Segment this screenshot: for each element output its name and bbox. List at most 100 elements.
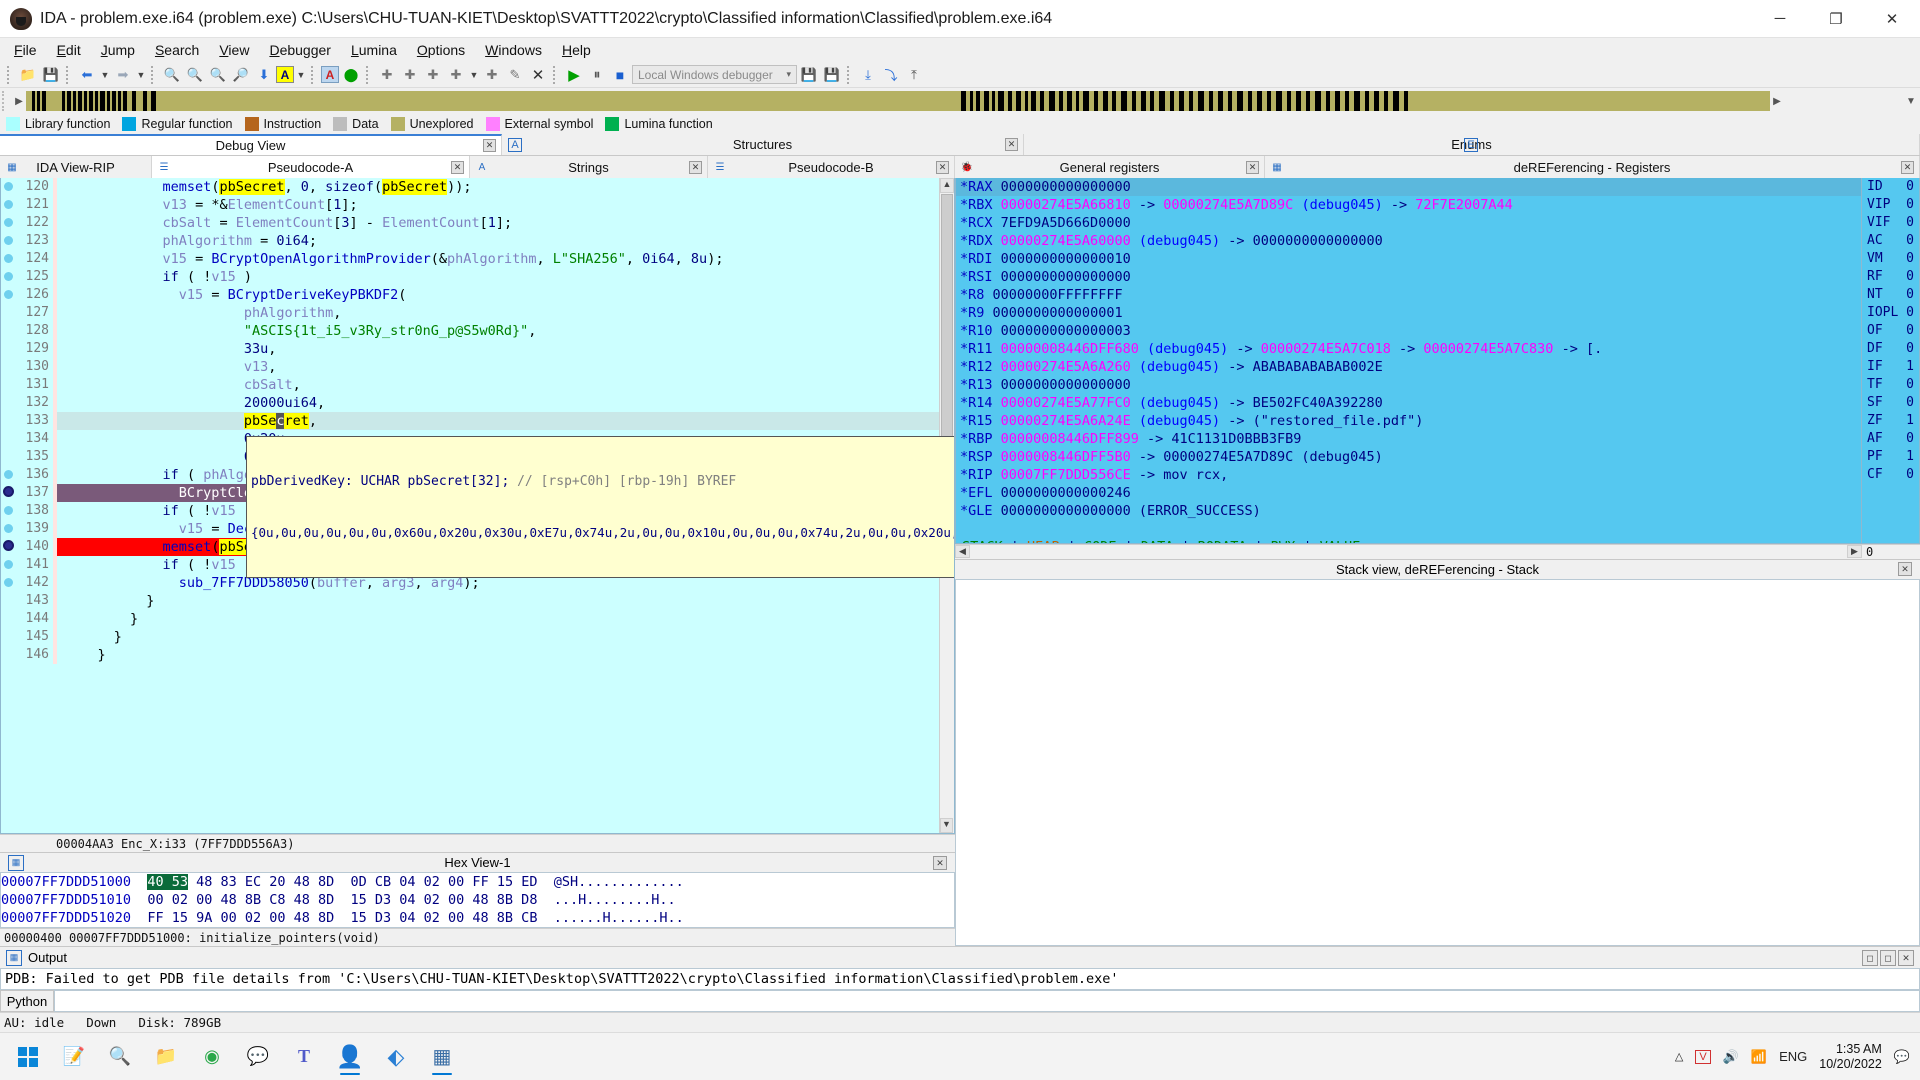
navigate-forward-icon[interactable]: ➡: [112, 64, 134, 86]
ida-taskbar-icon[interactable]: ▦: [422, 1037, 462, 1077]
hex-view-body[interactable]: 00007FF7DDD51000 40 53 48 83 EC 20 48 8D…: [0, 872, 955, 928]
register-row[interactable]: *EFL 0000000000000246: [956, 484, 1861, 502]
tab-general-registers[interactable]: 🐞 General registers ✕: [955, 156, 1265, 178]
save-icon[interactable]: 💾: [40, 64, 62, 86]
file-explorer-icon[interactable]: 📁: [146, 1037, 186, 1077]
breakpoint-list-icon[interactable]: ✚: [399, 64, 421, 86]
flag-if[interactable]: IF1: [1862, 358, 1919, 376]
make-ascii-icon[interactable]: A: [276, 66, 294, 83]
breakpoint-marker[interactable]: [4, 470, 13, 479]
breakpoint-marker[interactable]: [4, 290, 13, 299]
stack-view-body[interactable]: [955, 579, 1920, 947]
flag-ac[interactable]: AC0: [1862, 232, 1919, 250]
cpu-flags-column[interactable]: ID0VIP0VIF0AC0VM0RF0NT0IOPL0OF0DF0IF1TF0…: [1862, 178, 1920, 544]
menu-debugger[interactable]: Debugger: [259, 40, 341, 60]
back-dropdown-icon[interactable]: ▼: [99, 65, 111, 85]
tab-dereferencing-registers-close-icon[interactable]: ✕: [1901, 161, 1914, 174]
breakpoint-gutter[interactable]: [1, 520, 15, 538]
tab-debug-view-close-icon[interactable]: ✕: [483, 139, 496, 152]
code-text[interactable]: }: [57, 610, 954, 628]
code-text[interactable]: 20000ui64,: [57, 394, 954, 412]
open-file-icon[interactable]: 📁: [17, 64, 39, 86]
registers-horizontal-scrollbar[interactable]: ◀ ▶ 0: [955, 544, 1920, 559]
hex-row[interactable]: 00007FF7DDD51020 FF 15 9A 00 02 00 48 8D…: [1, 909, 954, 927]
breakpoint-marker[interactable]: [4, 200, 13, 209]
flag-of[interactable]: OF0: [1862, 322, 1919, 340]
region-tag-code[interactable]: CODE: [1084, 539, 1117, 544]
menu-jump[interactable]: Jump: [91, 40, 145, 60]
register-row[interactable]: *R12 00000274E5A6A260 (debug045) -> ABAB…: [956, 358, 1861, 376]
menu-view[interactable]: View: [209, 40, 259, 60]
code-line[interactable]: 131 cbSalt,: [1, 376, 954, 394]
breakpoint-cond-icon[interactable]: ✚: [422, 64, 444, 86]
tab-strings[interactable]: A Strings ✕: [470, 156, 708, 178]
register-row[interactable]: *R8 00000000FFFFFFFF: [956, 286, 1861, 304]
tab-general-registers-close-icon[interactable]: ✕: [1246, 161, 1259, 174]
hex-bytes[interactable]: 00 02 00 48 8B C8 48 8D 15 D3 04 02 00 4…: [147, 892, 537, 908]
flag-pf[interactable]: PF1: [1862, 448, 1919, 466]
stop-icon[interactable]: ■: [609, 64, 631, 86]
output-maximize-icon[interactable]: ◻: [1880, 950, 1896, 966]
close-button[interactable]: ✕: [1864, 0, 1920, 37]
tab-dereferencing-registers[interactable]: ▦ deREFerencing - Registers ✕: [1265, 156, 1920, 178]
breakpoint-gutter[interactable]: [1, 214, 15, 232]
delete-bp-icon[interactable]: ✕: [527, 64, 549, 86]
tab-pseudocode-a-close-icon[interactable]: ✕: [451, 161, 464, 174]
nav-dropdown-icon[interactable]: ▼: [1904, 96, 1918, 107]
register-row[interactable]: *GLE 0000000000000000 (ERROR_SUCCESS): [956, 502, 1861, 520]
tray-vpn-icon[interactable]: V: [1695, 1050, 1710, 1064]
breakpoint-gutter[interactable]: [1, 250, 15, 268]
code-line[interactable]: 143 }: [1, 592, 954, 610]
scroll-up-icon[interactable]: ▲: [940, 178, 954, 193]
user-avatar-icon[interactable]: 👤: [330, 1037, 370, 1077]
tab-pseudocode-a[interactable]: ☰ Pseudocode-A ✕: [152, 156, 470, 178]
breakpoint-active-marker[interactable]: [3, 540, 14, 551]
region-tag-heap[interactable]: HEAP: [1027, 539, 1060, 544]
nav-left-caret-icon[interactable]: ▶: [12, 96, 26, 107]
pause-icon[interactable]: ⏸: [586, 64, 608, 86]
code-text[interactable]: 33u,: [57, 340, 954, 358]
tab-enums[interactable]: E Enums: [1024, 134, 1920, 155]
tab-ida-view-rip[interactable]: ▦ IDA View-RIP: [0, 156, 152, 178]
flag-zf[interactable]: ZF1: [1862, 412, 1919, 430]
hex-row[interactable]: 00007FF7DDD51000 40 53 48 83 EC 20 48 8D…: [1, 873, 954, 891]
run-icon[interactable]: ▶: [563, 64, 585, 86]
flag-vm[interactable]: VM0: [1862, 250, 1919, 268]
step-into-icon[interactable]: ⤓: [857, 64, 879, 86]
breakpoint-gutter[interactable]: [1, 556, 15, 574]
code-line[interactable]: 125 if ( !v15 ): [1, 268, 954, 286]
breakpoint-gutter[interactable]: [1, 484, 15, 502]
code-text[interactable]: cbSalt,: [57, 376, 954, 394]
region-tag-rodata[interactable]: RODATA: [1198, 539, 1247, 544]
tab-pseudocode-b-close-icon[interactable]: ✕: [936, 161, 949, 174]
minimize-button[interactable]: ─: [1752, 0, 1808, 37]
scroll-down-icon[interactable]: ▼: [940, 818, 953, 833]
breakpoint-marker[interactable]: [4, 218, 13, 227]
breakpoint-gutter[interactable]: [1, 466, 15, 484]
tray-volume-icon[interactable]: 🔊: [1723, 1049, 1739, 1065]
tray-chevron-icon[interactable]: △: [1675, 1050, 1683, 1063]
navigator-strip[interactable]: [26, 91, 1770, 111]
breakpoint-gutter[interactable]: [1, 538, 15, 556]
breakpoint-marker[interactable]: [4, 254, 13, 263]
code-line[interactable]: 133 pbSecret,: [1, 412, 954, 430]
output-restore-icon[interactable]: ◻: [1862, 950, 1878, 966]
register-row[interactable]: *RDI 0000000000000010: [956, 250, 1861, 268]
notification-center-icon[interactable]: 💬: [1894, 1049, 1910, 1065]
menu-options[interactable]: Options: [407, 40, 475, 60]
register-row[interactable]: *RIP 00007FF7DDD556CE -> mov rcx,: [956, 466, 1861, 484]
code-line[interactable]: 121 v13 = *&ElementCount[1];: [1, 196, 954, 214]
register-row[interactable]: *RCX 7EFD9A5D666D0000: [956, 214, 1861, 232]
search-sequence-icon[interactable]: 🔍: [207, 64, 229, 86]
search-names-icon[interactable]: 🔍: [161, 64, 183, 86]
start-button[interactable]: [8, 1037, 48, 1077]
lumina-icon[interactable]: ⬤: [340, 64, 362, 86]
output-close-icon[interactable]: ✕: [1898, 950, 1914, 966]
attach-process-icon[interactable]: 💾: [798, 64, 820, 86]
forward-dropdown-icon[interactable]: ▼: [135, 65, 147, 85]
hex-row[interactable]: 00007FF7DDD51010 00 02 00 48 8B C8 48 8D…: [1, 891, 954, 909]
code-text[interactable]: v15 = BCryptDeriveKeyPBKDF2(: [57, 286, 954, 304]
maximize-button[interactable]: ❐: [1808, 0, 1864, 37]
breakpoint-marker[interactable]: [4, 524, 13, 533]
code-line[interactable]: 123 phAlgorithm = 0i64;: [1, 232, 954, 250]
